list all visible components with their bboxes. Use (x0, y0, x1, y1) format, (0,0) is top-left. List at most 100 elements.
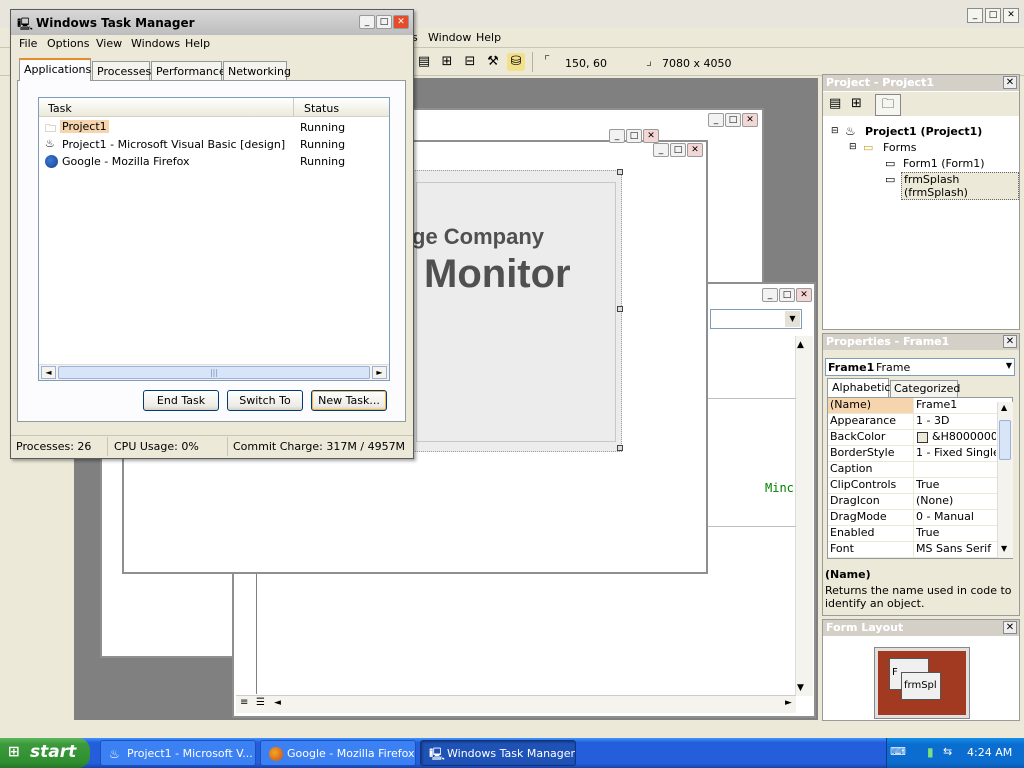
start-button[interactable]: ⊞ start (0, 738, 90, 768)
data-view-icon[interactable]: ⛁ (507, 53, 525, 71)
window-minimize-button[interactable]: _ (708, 113, 724, 127)
task-row[interactable]: Google - Mozilla Firefox Running (39, 153, 389, 170)
toggle-folders-icon[interactable]: 🗀 (875, 94, 901, 116)
property-value[interactable]: Frame1 (916, 398, 996, 413)
tab-categorized[interactable]: Categorized (890, 380, 960, 397)
splash-minimize-button[interactable]: _ (653, 143, 669, 157)
task-row[interactable]: ♨ Project1 - Microsoft Visual Basic [des… (39, 136, 389, 153)
toolbox-icon[interactable]: ⚒ (484, 53, 502, 71)
tm-minimize-button[interactable]: _ (359, 15, 375, 29)
close-icon[interactable]: ✕ (1003, 335, 1017, 348)
property-value[interactable]: 0 - Manual (916, 510, 996, 525)
code-hscrollbar[interactable] (236, 695, 796, 713)
collapse-icon[interactable]: ⊟ (831, 126, 839, 136)
view-object-icon[interactable]: ⊞ (851, 96, 862, 111)
scroll-up-icon[interactable]: ▲ (1001, 403, 1007, 412)
new-task-button[interactable]: New Task... (311, 390, 387, 411)
scroll-right-icon[interactable]: ► (372, 366, 387, 379)
code-vscrollbar[interactable] (795, 336, 813, 696)
ide-menu-window[interactable]: Window (428, 31, 471, 44)
task-manager-tray-icon[interactable]: ▮ (927, 745, 934, 759)
tab-performance[interactable]: Performance (151, 61, 226, 80)
column-divider[interactable] (293, 98, 294, 116)
view-code-icon[interactable]: ▤ (829, 96, 841, 111)
network-icon[interactable]: ⇆ (943, 745, 952, 758)
property-row[interactable]: Appearance 1 - 3D (828, 414, 1012, 430)
column-status[interactable]: Status (304, 102, 339, 115)
properties-scrollbar[interactable]: ▲ ▼ (997, 402, 1013, 558)
scroll-left-icon[interactable]: ◄ (41, 366, 56, 379)
resize-handle[interactable] (617, 445, 623, 451)
property-value[interactable]: 1 - Fixed Single (916, 446, 996, 461)
ide-maximize-button[interactable]: □ (985, 8, 1001, 23)
object-dropdown[interactable]: Frame1 Frame ▼ (825, 358, 1015, 376)
task-list-hscrollbar[interactable]: ◄ ||| ► (39, 364, 389, 380)
forms-folder-label[interactable]: Forms (883, 141, 916, 154)
menu-editor-icon[interactable]: ▤ (415, 53, 433, 71)
project-item-frmsplash[interactable]: frmSplash (frmSplash) (901, 172, 1019, 200)
scroll-left-icon[interactable]: ◄ (274, 698, 281, 708)
collapse-icon[interactable]: ⊟ (849, 142, 857, 152)
code-minimize-button[interactable]: _ (762, 288, 778, 302)
taskbar-item-task-manager[interactable]: 🖳 Windows Task Manager (420, 740, 576, 766)
scroll-thumb[interactable]: ||| (58, 366, 370, 379)
property-row[interactable]: BackColor&H8000000F (828, 430, 1012, 446)
keyboard-icon[interactable]: ⌨ (890, 745, 906, 758)
resize-handle[interactable] (617, 169, 623, 175)
tm-menu-windows[interactable]: Windows (131, 37, 180, 50)
scroll-up-icon[interactable]: ▲ (797, 340, 804, 350)
column-task[interactable]: Task (48, 102, 72, 115)
back-minimize-button[interactable]: _ (609, 129, 625, 143)
tm-menu-view[interactable]: View (96, 37, 122, 50)
scroll-thumb[interactable] (999, 420, 1011, 460)
property-row[interactable]: ClipControls True (828, 478, 1012, 494)
chevron-down-icon[interactable]: ▼ (1006, 361, 1012, 370)
procedure-view-icon[interactable]: ≡ (240, 697, 248, 708)
window-maximize-button[interactable]: □ (725, 113, 741, 127)
task-manager-title-bar[interactable]: 🖳 Windows Task Manager _ □ ✕ (11, 10, 413, 35)
window-close-button[interactable]: ✕ (742, 113, 758, 127)
end-task-button[interactable]: End Task (143, 390, 219, 411)
scroll-down-icon[interactable]: ▼ (797, 683, 804, 693)
layout-frmsplash[interactable]: frmSpl (901, 672, 941, 700)
ide-minimize-button[interactable]: _ (967, 8, 983, 23)
property-value[interactable]: 1 - 3D (916, 414, 996, 429)
chevron-down-icon[interactable]: ▼ (785, 311, 800, 327)
taskbar-item-firefox[interactable]: Google - Mozilla Firefox (260, 740, 416, 766)
tab-alphabetic[interactable]: Alphabetic (827, 378, 890, 397)
ide-menu-help[interactable]: Help (476, 31, 501, 44)
property-row[interactable]: Font MS Sans Serif (828, 542, 1012, 558)
splash-close-button[interactable]: ✕ (687, 143, 703, 157)
property-value[interactable]: True (916, 526, 996, 541)
tab-processes[interactable]: Processes (92, 61, 151, 80)
taskbar-item-vb[interactable]: ♨ Project1 - Microsoft V... (100, 740, 256, 766)
full-module-view-icon[interactable]: ☰ (256, 697, 265, 708)
property-value[interactable]: &H8000000F (916, 430, 996, 445)
property-row[interactable]: BorderStyle 1 - Fixed Single (828, 446, 1012, 462)
scroll-down-icon[interactable]: ▼ (1001, 544, 1007, 553)
property-value[interactable] (916, 462, 996, 477)
properties-window-icon[interactable]: ⊞ (438, 53, 456, 71)
project-item-form1[interactable]: Form1 (Form1) (903, 157, 985, 170)
property-row[interactable]: DragIcon (None) (828, 494, 1012, 510)
object-browser-icon[interactable]: ⊟ (461, 53, 479, 71)
project-root-label[interactable]: Project1 (Project1) (865, 125, 982, 138)
property-value[interactable]: True (916, 478, 996, 493)
back-maximize-button[interactable]: □ (626, 129, 642, 143)
close-icon[interactable]: ✕ (1003, 621, 1017, 634)
property-row[interactable]: Caption (828, 462, 1012, 478)
property-row[interactable]: DragMode 0 - Manual (828, 510, 1012, 526)
close-icon[interactable]: ✕ (1003, 76, 1017, 89)
property-value[interactable]: (None) (916, 494, 996, 509)
tm-menu-options[interactable]: Options (47, 37, 89, 50)
code-maximize-button[interactable]: □ (779, 288, 795, 302)
property-value[interactable]: MS Sans Serif (916, 542, 996, 557)
splash-maximize-button[interactable]: □ (670, 143, 686, 157)
resize-handle[interactable] (617, 306, 623, 312)
tm-close-button[interactable]: ✕ (393, 15, 409, 29)
tab-networking[interactable]: Networking (223, 61, 291, 80)
property-row[interactable]: Enabled True (828, 526, 1012, 542)
task-row[interactable]: 🗀 Project1 Running (39, 119, 389, 136)
code-close-button[interactable]: ✕ (796, 288, 812, 302)
tm-menu-help[interactable]: Help (185, 37, 210, 50)
